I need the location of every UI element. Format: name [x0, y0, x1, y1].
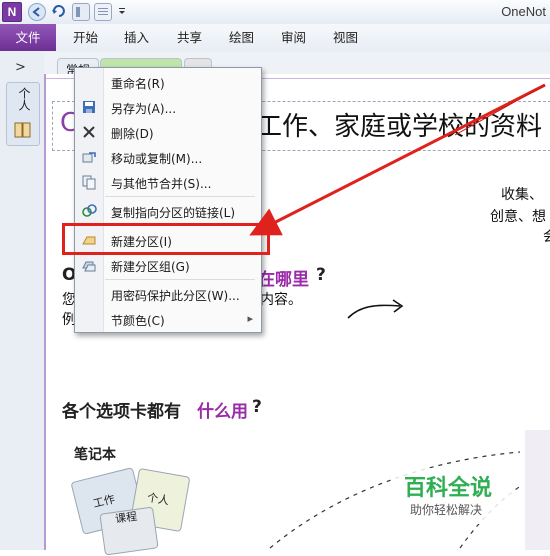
notebook-item-personal[interactable]: 个人	[6, 82, 40, 146]
watermark-title: 百科全说	[404, 476, 493, 501]
tab-view[interactable]: 视图	[333, 24, 358, 51]
full-page-view-icon[interactable]	[94, 3, 112, 21]
highlight-box	[62, 223, 270, 255]
question-1-highlight: 在哪里	[258, 270, 309, 290]
back-icon[interactable]	[28, 3, 46, 21]
hand-drawn-arrow-icon	[347, 299, 404, 319]
ribbon-tabs: 文件 开始 插入 共享 绘图 审阅 视图	[0, 24, 550, 53]
move-copy-icon	[81, 149, 97, 165]
question-2-highlight: 什么用	[197, 402, 248, 422]
customize-quick-access-icon[interactable]	[117, 3, 127, 19]
tab-file[interactable]: 文件	[0, 24, 56, 51]
menu-item-new-section-group[interactable]: 新建分区组(G)	[75, 253, 261, 278]
onenote-logo-icon: N	[2, 2, 22, 22]
watermark-subtitle: 助你轻松解决	[410, 503, 483, 517]
submenu-arrow-icon: ▸	[247, 312, 253, 325]
menu-item-section-color[interactable]: 节颜色(C) ▸	[75, 307, 261, 332]
section-color-icon	[81, 311, 97, 327]
question-2-prefix: 各个选项卡都有	[62, 402, 181, 422]
title-bar: N OneNot	[0, 0, 550, 25]
question-1-suffix: ?	[316, 265, 326, 285]
dock-to-desktop-icon[interactable]	[72, 3, 90, 21]
tab-draw[interactable]: 绘图	[229, 24, 254, 51]
notebook-icon	[13, 121, 33, 142]
question-2-suffix: ?	[252, 397, 262, 417]
tab-share[interactable]: 共享	[177, 24, 202, 51]
save-as-icon	[81, 99, 97, 115]
menu-item-password-protect[interactable]: 用密码保护此分区(W)...	[75, 282, 261, 307]
body-line-1-suffix: 内容。	[260, 292, 302, 308]
app-title: OneNot	[501, 4, 546, 19]
notebook-heading: 笔记本	[74, 447, 116, 463]
link-icon	[81, 203, 97, 219]
undo-icon[interactable]	[50, 3, 66, 19]
menu-separator	[105, 279, 255, 280]
tab-insert[interactable]: 插入	[124, 24, 149, 51]
delete-icon	[81, 124, 97, 140]
merge-icon	[81, 174, 97, 190]
tab-review[interactable]: 审阅	[281, 24, 306, 51]
rename-icon	[81, 74, 97, 90]
password-icon	[81, 286, 97, 302]
expand-nav-button[interactable]: >	[15, 60, 26, 75]
notebook-card-course: 课程	[99, 506, 159, 556]
notebook-label: 个人	[17, 87, 31, 111]
tab-home[interactable]: 开始	[73, 24, 98, 51]
new-section-group-icon	[81, 257, 97, 273]
